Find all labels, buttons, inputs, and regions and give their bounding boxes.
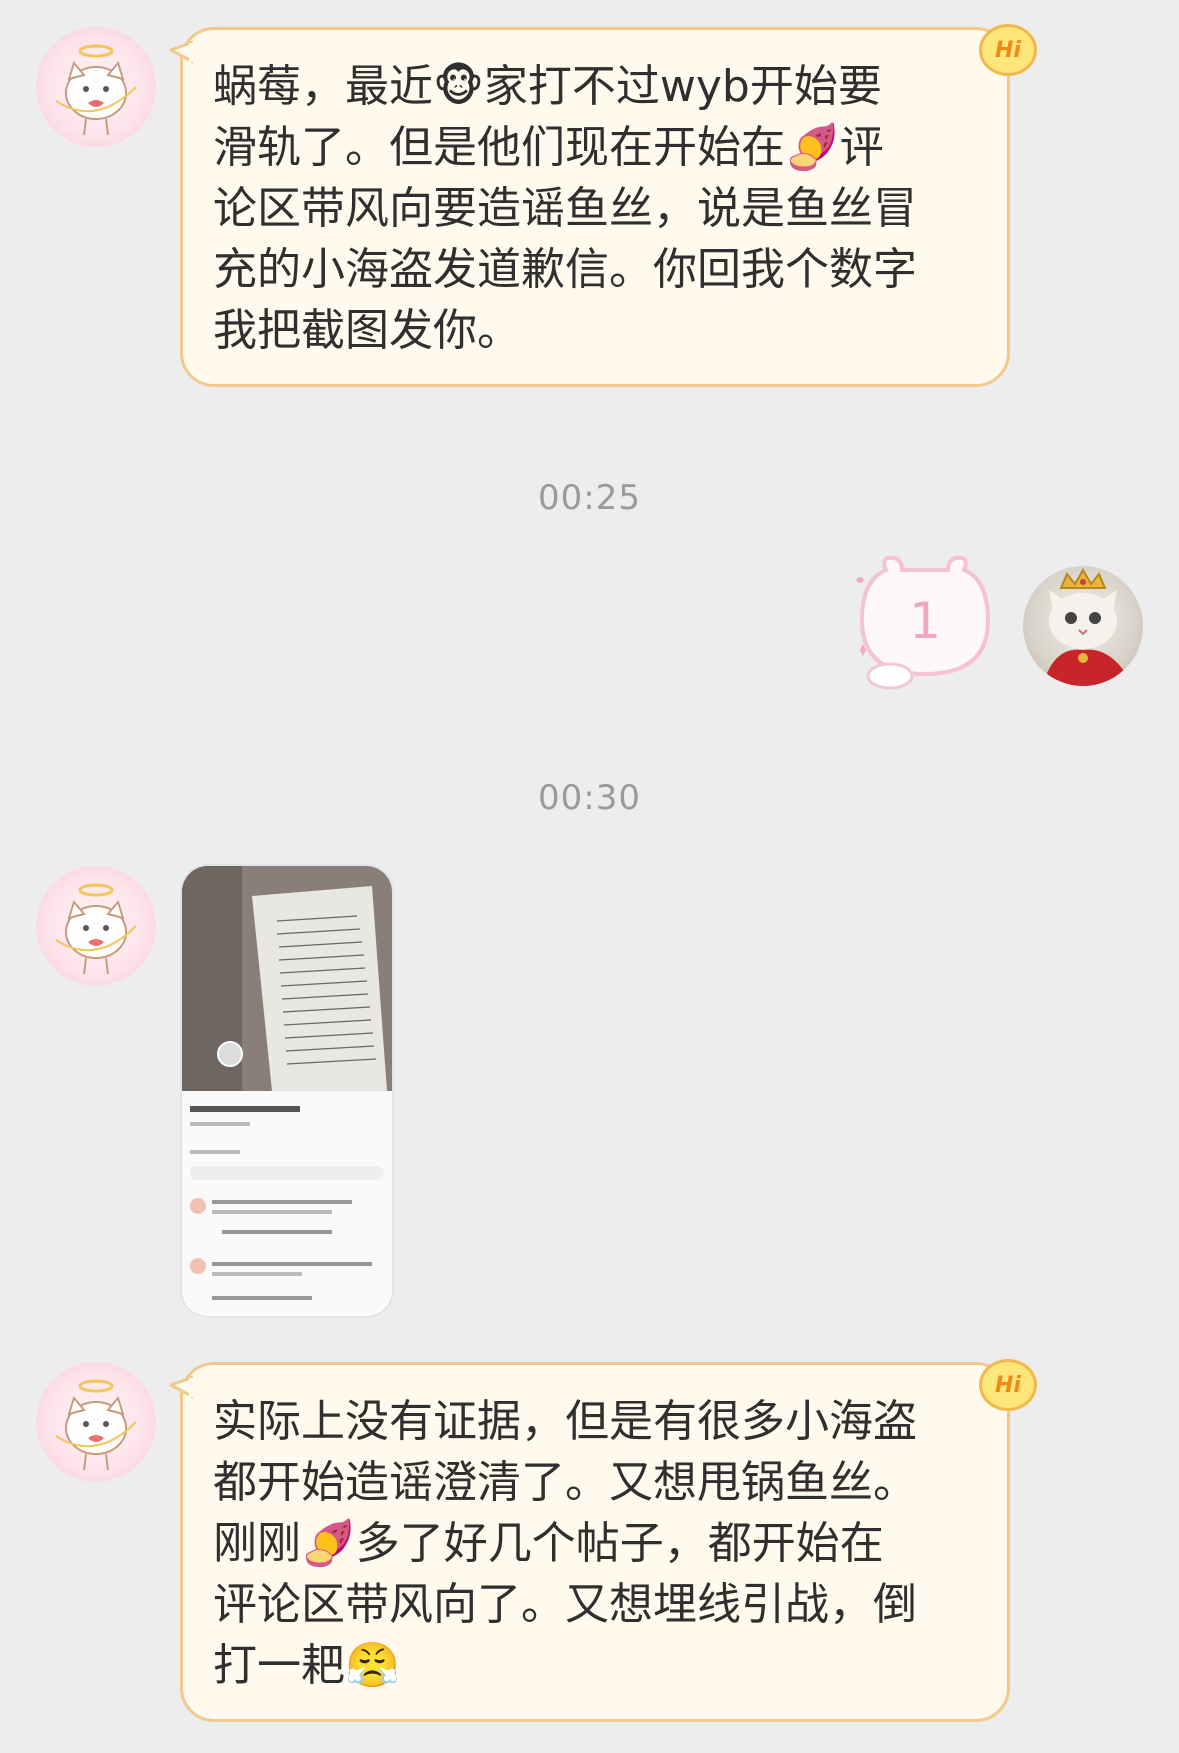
crown-cat-avatar-icon xyxy=(1043,567,1133,686)
angel-cat-avatar-icon xyxy=(55,1379,137,1471)
message-text: 蜗莓，最近🐵家打不过wyb开始要 滑轨了。但是他们现在开始在🍠评 论区带风向要造… xyxy=(213,61,917,356)
screenshot-thumbnail-image xyxy=(182,866,392,1316)
message-text: 实际上没有证据，但是有很多小海盗 都开始造谣澄清了。又想甩锅鱼丝。 刚刚🍠多了好… xyxy=(213,1396,917,1691)
contact-avatar[interactable] xyxy=(36,1362,156,1482)
angel-cat-avatar-icon xyxy=(55,44,137,136)
timestamp: 00:25 xyxy=(538,478,641,518)
screenshot-thumbnail[interactable] xyxy=(182,866,392,1316)
hi-badge-icon: Hi xyxy=(979,1359,1037,1411)
contact-avatar[interactable] xyxy=(36,866,156,986)
my-avatar[interactable] xyxy=(1023,566,1143,686)
message-bubble[interactable]: 蜗莓，最近🐵家打不过wyb开始要 滑轨了。但是他们现在开始在🍠评 论区带风向要造… xyxy=(169,24,1037,387)
sticker-message[interactable]: 1 xyxy=(850,550,1000,690)
hi-badge-icon: Hi xyxy=(979,24,1037,76)
angel-cat-avatar-icon xyxy=(55,883,137,975)
timestamp: 00:30 xyxy=(538,778,641,818)
message-bubble[interactable]: 实际上没有证据，但是有很多小海盗 都开始造谣澄清了。又想甩锅鱼丝。 刚刚🍠多了好… xyxy=(169,1359,1037,1722)
sticker-number: 1 xyxy=(909,592,941,650)
contact-avatar[interactable] xyxy=(36,27,156,147)
bubble-tail xyxy=(169,1375,193,1399)
bubble-tail xyxy=(169,40,193,64)
